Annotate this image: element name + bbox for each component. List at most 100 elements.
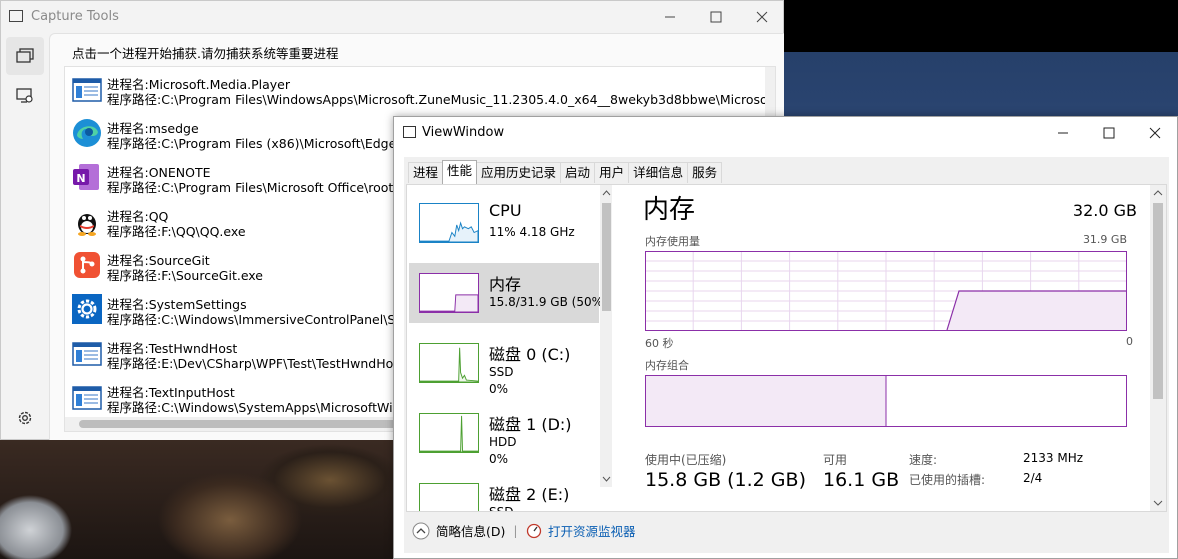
windows-list-button[interactable]: [6, 37, 44, 75]
tab-1[interactable]: 性能: [442, 160, 478, 184]
process-path: 程序路径:C:\Program Files\Microsoft Office\r…: [107, 180, 412, 195]
settings-gear-icon: [71, 293, 103, 325]
process-path: 程序路径:C:\Windows\ImmersiveControlPanel\Sy…: [107, 312, 422, 327]
resource-label: CPU: [489, 201, 522, 220]
tab-3[interactable]: 启动: [560, 162, 596, 183]
scroll-up-icon: [602, 190, 611, 196]
in-use-value: 15.8 GB (1.2 GB): [645, 469, 806, 491]
time-axis-right: 0: [1126, 335, 1133, 348]
memory-panel: 内存 32.0 GB 内存使用量 31.9 GB 60 秒 0 内存组合 使用中…: [637, 185, 1157, 511]
resource-detail: HDD: [489, 435, 517, 449]
maximize-icon: [710, 11, 722, 23]
speed-value: 2133 MHz: [1023, 451, 1084, 465]
tab-6[interactable]: 服务: [687, 162, 723, 183]
tab-4[interactable]: 用户: [594, 162, 630, 183]
resource-label: 磁盘 0 (C:): [489, 345, 571, 364]
scroll-down-icon: [602, 476, 611, 482]
available-value: 16.1 GB: [823, 469, 900, 491]
minimize-button[interactable]: [647, 1, 693, 33]
monitor-search-icon: [16, 88, 33, 103]
sidebar-scroll-thumb[interactable]: [602, 203, 611, 311]
tab-2[interactable]: 应用历史记录: [476, 162, 562, 183]
resource-label: 内存: [489, 275, 522, 294]
resource-detail: SSD: [489, 505, 513, 511]
capture-sidebar: [1, 33, 49, 439]
close-icon: [756, 11, 768, 23]
resource-monitor-icon: [526, 523, 542, 538]
panel-scroll-thumb[interactable]: [1153, 203, 1163, 399]
sidebar-scrollbar[interactable]: [600, 185, 612, 487]
memory-composition-bar: [645, 375, 1127, 427]
app-window-icon: [9, 10, 23, 22]
panel-total: 32.0 GB: [1072, 201, 1137, 220]
resource-detail: SSD: [489, 365, 514, 379]
sidebar-resource-item[interactable]: 磁盘 1 (D:) HDD 0%: [409, 405, 599, 466]
speed-label: 速度:: [909, 453, 938, 467]
stacked-windows-icon: [16, 48, 34, 63]
window-app-icon: [71, 73, 103, 105]
usage-label: 内存使用量: [645, 235, 700, 248]
settings-button[interactable]: [6, 399, 44, 437]
edge-icon: [71, 117, 103, 149]
gear-icon: [18, 411, 32, 425]
resource-sidebar: CPU 11% 4.18 GHz 内存 15.8/31.9 GB (50%) 磁盘 0 …: [407, 185, 612, 511]
scroll-up-icon: [1153, 190, 1163, 196]
resource-thumbnail: [419, 203, 479, 243]
tab-bar: 进程 性能 应用历史记录 启动 用户 详细信息 服务: [408, 160, 723, 184]
sidebar-resource-item[interactable]: 磁盘 0 (C:) SSD 0%: [409, 335, 599, 396]
capture-window-title: Capture Tools: [31, 9, 119, 24]
resource-percent: 0%: [489, 452, 509, 466]
footer-bar: 简略信息(D) | 打开资源监视器: [406, 513, 1167, 549]
onenote-icon: N: [71, 161, 103, 193]
brief-info-label: 简略信息(D): [436, 524, 506, 539]
maximize-icon: [1103, 127, 1115, 139]
resource-detail: 15.8/31.9 GB (50%): [489, 295, 608, 309]
svg-text:N: N: [76, 172, 85, 185]
process-list-item[interactable]: 进程名:Microsoft.Media.Player 程序路径:C:\Progra…: [69, 67, 775, 111]
slots-label: 已使用的插槽:: [909, 473, 986, 487]
resource-thumbnail: [419, 273, 479, 313]
vw-maximize-button[interactable]: [1086, 117, 1132, 149]
sidebar-resource-item[interactable]: 内存 15.8/31.9 GB (50%): [409, 263, 608, 325]
resource-thumbnail: [419, 413, 479, 453]
tab-5[interactable]: 详细信息: [628, 162, 689, 183]
minimize-icon: [1058, 132, 1068, 134]
process-path: 程序路径:C:\Program Files\WindowsApps\Micros…: [107, 92, 776, 107]
process-path: 程序路径:C:\Program Files (x86)\Microsoft\Ed…: [107, 136, 417, 151]
tab-0[interactable]: 进程: [408, 162, 444, 183]
minimize-icon: [665, 16, 675, 18]
task-manager-body: 进程 性能 应用历史记录 启动 用户 详细信息 服务 CPU 11% 4.18 GHz 内存 15…: [404, 157, 1169, 553]
sidebar-resource-item[interactable]: CPU 11% 4.18 GHz: [409, 195, 599, 255]
view-window-title: ViewWindow: [422, 125, 505, 140]
vw-close-button[interactable]: [1132, 117, 1178, 149]
resource-thumbnail: [419, 483, 479, 511]
maximize-button[interactable]: [693, 1, 739, 33]
view-window: ViewWindow 进程 性能 应用历史记录 启动 用户 详细信息 服务 CPU 11% 4…: [393, 116, 1178, 559]
panel-scrollbar[interactable]: [1150, 185, 1166, 511]
composition-label: 内存组合: [645, 359, 689, 372]
resource-monitor-link[interactable]: 打开资源监视器: [526, 521, 636, 540]
view-window-icon: [403, 126, 416, 138]
resource-detail: 11% 4.18 GHz: [489, 225, 575, 239]
resource-label: 磁盘 2 (E:): [489, 485, 570, 504]
capture-titlebar[interactable]: Capture Tools: [1, 1, 783, 33]
in-use-label: 使用中(已压缩): [645, 453, 727, 467]
chevron-up-circle-icon: [412, 522, 430, 539]
resource-label: 磁盘 1 (D:): [489, 415, 572, 434]
close-button[interactable]: [739, 1, 785, 33]
window-app-icon: [71, 381, 103, 413]
process-path: 程序路径:F:\SourceGit.exe: [107, 268, 263, 283]
performance-content: CPU 11% 4.18 GHz 内存 15.8/31.9 GB (50%) 磁盘 0 …: [406, 184, 1167, 512]
memory-usage-chart: [645, 251, 1127, 331]
resource-percent: 0%: [489, 382, 509, 396]
process-path: 程序路径:F:\QQ\QQ.exe: [107, 224, 246, 239]
close-icon: [1149, 127, 1161, 139]
composition-in-use: [646, 376, 886, 426]
screen-capture-button[interactable]: [6, 77, 44, 115]
brief-info-button[interactable]: 简略信息(D) |: [412, 521, 518, 540]
sourcegit-icon: [71, 249, 103, 281]
vw-minimize-button[interactable]: [1040, 117, 1086, 149]
qq-icon: [71, 205, 103, 237]
sidebar-resource-item[interactable]: 磁盘 2 (E:)SSD: [409, 475, 599, 511]
panel-title: 内存: [643, 195, 696, 225]
